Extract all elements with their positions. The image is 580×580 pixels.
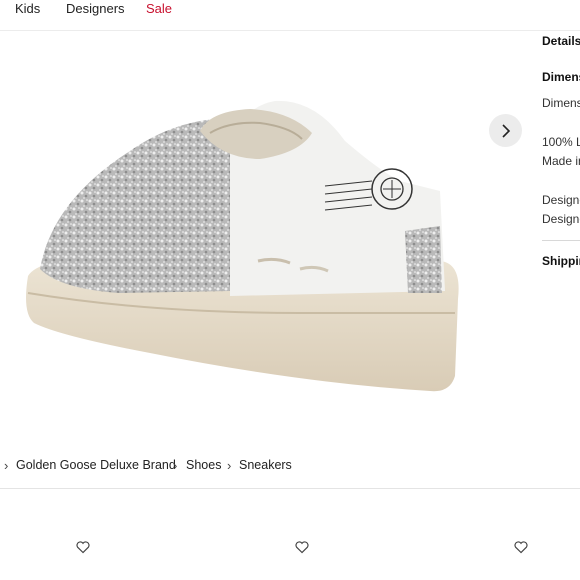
breadcrumb-separator: › <box>227 458 232 473</box>
details-divider <box>542 240 580 241</box>
material-text: 100% L <box>542 135 580 149</box>
nav-item-kids[interactable]: Kids <box>15 1 40 16</box>
breadcrumb-item-brand[interactable]: Golden Goose Deluxe Brand <box>16 458 176 472</box>
next-image-button[interactable] <box>489 114 522 147</box>
details-panel: Details Dimensions Dimensions 100% L Mad… <box>542 0 580 300</box>
dimensions-heading: Dimensions <box>542 70 580 84</box>
breadcrumb-item-sneakers[interactable]: Sneakers <box>239 458 292 472</box>
nav-item-sale[interactable]: Sale <box>146 1 172 16</box>
details-heading: Details <box>542 34 580 48</box>
designer-text-2: Designer <box>542 212 580 226</box>
breadcrumb-item-shoes[interactable]: Shoes <box>186 458 221 472</box>
nav-item-designers[interactable]: Designers <box>66 1 125 16</box>
breadcrumb-separator: › <box>173 458 178 473</box>
heart-icon[interactable] <box>513 539 529 555</box>
section-divider <box>0 488 580 489</box>
top-nav: Kids Designers Sale <box>0 0 580 31</box>
heart-icon[interactable] <box>294 539 310 555</box>
heart-icon[interactable] <box>75 539 91 555</box>
shipping-heading[interactable]: Shipping <box>542 254 580 268</box>
product-gallery <box>0 31 530 451</box>
made-in-text: Made in <box>542 154 580 168</box>
designer-text-1: Designer <box>542 193 580 207</box>
chevron-right-icon <box>501 123 510 138</box>
product-image[interactable] <box>0 31 530 451</box>
dimensions-text: Dimensions <box>542 96 580 110</box>
breadcrumb-separator: › <box>4 458 9 473</box>
